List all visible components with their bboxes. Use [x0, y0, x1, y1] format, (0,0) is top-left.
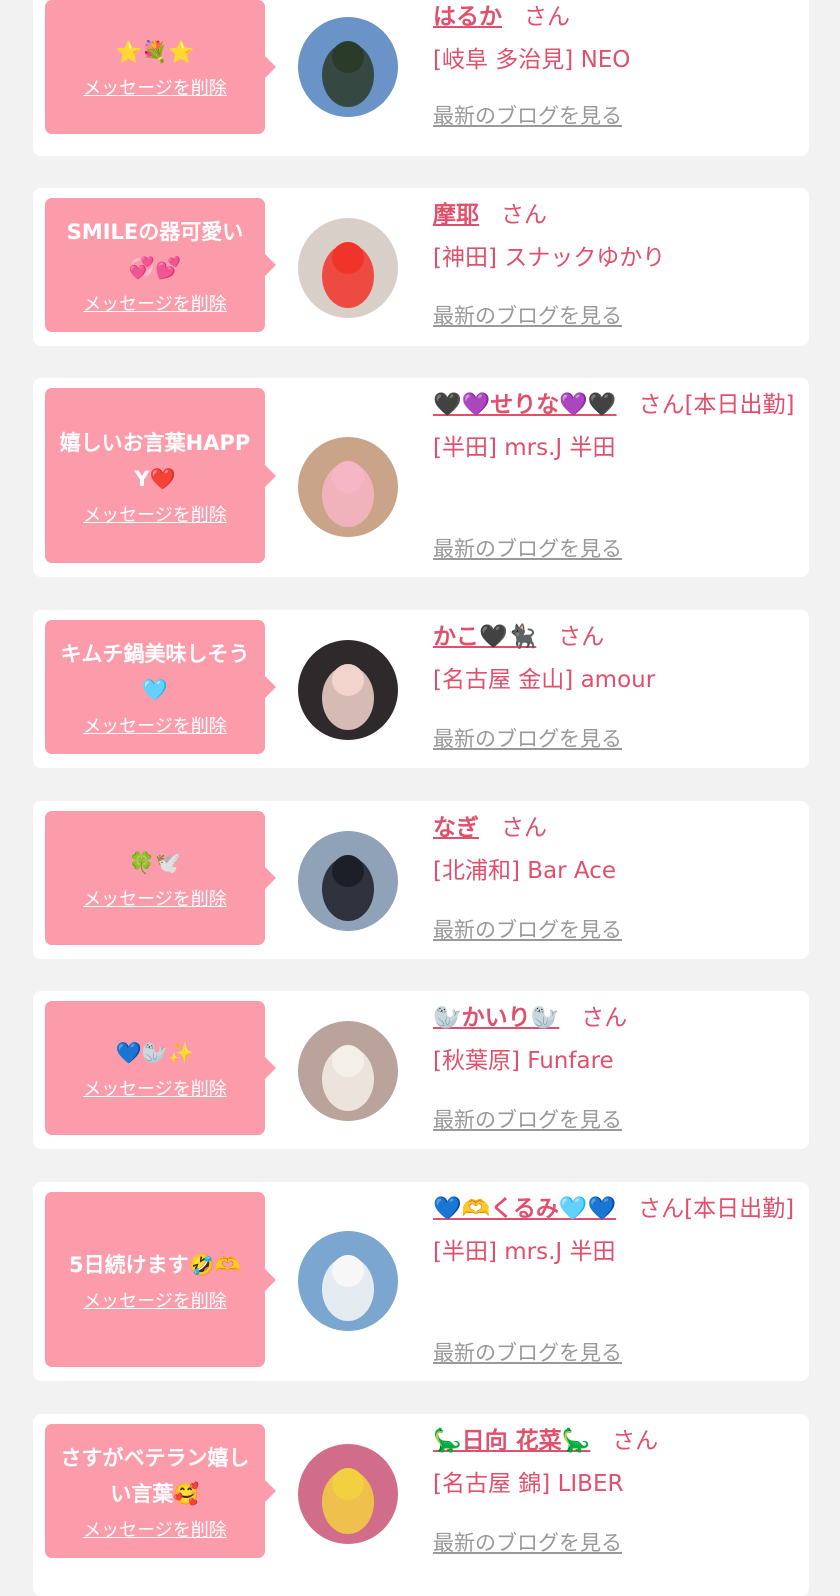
- message-text: 🍀🕊️: [128, 851, 182, 875]
- latest-blog-link[interactable]: 最新のブログを見る: [433, 533, 622, 563]
- message-bubble: 🍀🕊️ メッセージを削除: [45, 811, 276, 945]
- avatar[interactable]: [298, 1444, 398, 1544]
- delete-message-link[interactable]: メッセージを削除: [83, 1075, 227, 1101]
- honorific: さん: [501, 815, 547, 841]
- message-card: ⭐💐⭐ メッセージを削除 はるか さん [岐阜 多治見] NEO 最新のブログを見…: [33, 0, 809, 156]
- shop-label: [半田] mrs.J 半田: [433, 1239, 616, 1265]
- shop-label: [名古屋 錦] LIBER: [433, 1471, 624, 1497]
- honorific: さん[本日出勤]: [638, 1196, 795, 1222]
- delete-message-link[interactable]: メッセージを削除: [83, 74, 227, 100]
- cast-info: 🦭かいり🦭 さん [秋葉原] Funfare: [433, 998, 803, 1082]
- photo-maid-icon: [298, 1021, 398, 1121]
- avatar[interactable]: [298, 17, 398, 117]
- latest-blog-link[interactable]: 最新のブログを見る: [433, 300, 622, 330]
- shop-label: [秋葉原] Funfare: [433, 1048, 614, 1074]
- message-bubble: 嬉しいお言葉HAPPY❤️ メッセージを削除: [45, 388, 276, 563]
- cast-name-line: かこ🖤🐈‍⬛ さん: [433, 617, 803, 658]
- shop-label: [岐阜 多治見] NEO: [433, 47, 631, 73]
- cast-name-link[interactable]: かこ🖤🐈‍⬛: [433, 624, 536, 650]
- cast-name-line: 摩耶 さん: [433, 195, 803, 236]
- message-bubble: 💙🦭✨ メッセージを削除: [45, 1001, 276, 1135]
- delete-message-link[interactable]: メッセージを削除: [83, 1287, 227, 1313]
- delete-message-link[interactable]: メッセージを削除: [83, 1516, 227, 1542]
- honorific: さん: [581, 1005, 628, 1031]
- message-text: 嬉しいお言葉HAPPY❤️: [59, 430, 251, 491]
- message-bubble: キムチ鍋美味しそう🩵 メッセージを削除: [45, 620, 276, 754]
- message-bubble: 5日続けます🤣🫶 メッセージを削除: [45, 1192, 276, 1367]
- photo-ball-pit-icon: [298, 1444, 398, 1544]
- message-card: 嬉しいお言葉HAPPY❤️ メッセージを削除 🖤💜せりな💜🖤 さん[本日出勤] […: [33, 378, 809, 577]
- latest-blog-link[interactable]: 最新のブログを見る: [433, 100, 622, 130]
- cast-info: 💙🫶くるみ🩵💙 さん[本日出勤] [半田] mrs.J 半田: [433, 1189, 803, 1273]
- message-card: さすがベテラン嬉しい言葉🥰 メッセージを削除 🦕日向 花菜🦕 さん [名古屋 錦]…: [33, 1414, 809, 1596]
- photo-heart-face-icon: [298, 437, 398, 537]
- avatar[interactable]: [298, 1021, 398, 1121]
- delete-message-link[interactable]: メッセージを削除: [83, 712, 227, 738]
- cast-name-link[interactable]: 🦭かいり🦭: [433, 1005, 559, 1031]
- delete-message-link[interactable]: メッセージを削除: [83, 501, 227, 527]
- avatar[interactable]: [298, 437, 398, 537]
- latest-blog-link[interactable]: 最新のブログを見る: [433, 1104, 622, 1134]
- shop-label: [神田] スナックゆかり: [433, 245, 666, 271]
- avatar[interactable]: [298, 831, 398, 931]
- shop-label: [名古屋 金山] amour: [433, 667, 656, 693]
- cast-info: はるか さん [岐阜 多治見] NEO: [433, 0, 803, 81]
- latest-blog-link[interactable]: 最新のブログを見る: [433, 914, 622, 944]
- shop-label: [北浦和] Bar Ace: [433, 858, 617, 884]
- cast-info: 摩耶 さん [神田] スナックゆかり: [433, 195, 803, 279]
- cast-name-line: はるか さん: [433, 0, 803, 38]
- photo-portrait-icon: [298, 640, 398, 740]
- message-text: SMILEの器可愛い💞💕: [66, 220, 244, 280]
- message-text: 💙🦭✨: [115, 1041, 195, 1065]
- cast-name-link[interactable]: はるか: [433, 4, 502, 30]
- avatar[interactable]: [298, 218, 398, 318]
- cast-info: 🦕日向 花菜🦕 さん [名古屋 錦] LIBER: [433, 1421, 803, 1505]
- photo-cap-icon: [298, 1231, 398, 1331]
- cast-name-link[interactable]: 🖤💜せりな💜🖤: [433, 392, 617, 418]
- honorific: さん: [524, 4, 570, 30]
- message-bubble: さすがベテラン嬉しい言葉🥰 メッセージを削除: [45, 1424, 276, 1558]
- avatar[interactable]: [298, 1231, 398, 1331]
- cast-name-link[interactable]: 💙🫶くるみ🩵💙: [433, 1196, 616, 1222]
- honorific: さん: [501, 202, 547, 228]
- message-text: キムチ鍋美味しそう🩵: [60, 642, 250, 702]
- cast-name-line: 🦕日向 花菜🦕 さん: [433, 1421, 803, 1462]
- honorific: さん: [558, 624, 605, 650]
- latest-blog-link[interactable]: 最新のブログを見る: [433, 723, 622, 753]
- cast-info: かこ🖤🐈‍⬛ さん [名古屋 金山] amour: [433, 617, 803, 701]
- cast-name-link[interactable]: なぎ: [433, 815, 479, 841]
- message-card: 5日続けます🤣🫶 メッセージを削除 💙🫶くるみ🩵💙 さん[本日出勤] [半田] m…: [33, 1182, 809, 1381]
- photo-sunset-silhouette-icon: [298, 831, 398, 931]
- honorific: さん[本日出勤]: [638, 392, 795, 418]
- message-card: 💙🦭✨ メッセージを削除 🦭かいり🦭 さん [秋葉原] Funfare 最新のブロ…: [33, 991, 809, 1149]
- cast-name-line: なぎ さん: [433, 808, 803, 849]
- cast-info: 🖤💜せりな💜🖤 さん[本日出勤] [半田] mrs.J 半田: [433, 385, 803, 469]
- message-card: SMILEの器可愛い💞💕 メッセージを削除 摩耶 さん [神田] スナックゆかり …: [33, 188, 809, 346]
- message-card: キムチ鍋美味しそう🩵 メッセージを削除 かこ🖤🐈‍⬛ さん [名古屋 金山] am…: [33, 610, 809, 768]
- cast-info: なぎ さん [北浦和] Bar Ace: [433, 808, 803, 892]
- message-bubble: SMILEの器可愛い💞💕 メッセージを削除: [45, 198, 276, 332]
- message-bubble: ⭐💐⭐ メッセージを削除: [45, 0, 276, 134]
- message-text: さすがベテラン嬉しい言葉🥰: [60, 1446, 250, 1506]
- message-text: ⭐💐⭐: [115, 40, 195, 64]
- honorific: さん: [612, 1428, 659, 1454]
- cast-name-link[interactable]: 🦕日向 花菜🦕: [433, 1428, 590, 1454]
- cast-name-link[interactable]: 摩耶: [433, 202, 479, 228]
- message-card: 🍀🕊️ メッセージを削除 なぎ さん [北浦和] Bar Ace 最新のブログを見…: [33, 801, 809, 959]
- message-list: ⭐💐⭐ メッセージを削除 はるか さん [岐阜 多治見] NEO 最新のブログを見…: [0, 0, 840, 1596]
- message-text: 5日続けます🤣🫶: [69, 1252, 241, 1277]
- cast-name-line: 🦭かいり🦭 さん: [433, 998, 803, 1039]
- photo-heart-face-icon: [298, 218, 398, 318]
- delete-message-link[interactable]: メッセージを削除: [83, 885, 227, 911]
- photo-sky-tree-icon: [298, 17, 398, 117]
- latest-blog-link[interactable]: 最新のブログを見る: [433, 1527, 622, 1557]
- latest-blog-link[interactable]: 最新のブログを見る: [433, 1337, 622, 1367]
- avatar[interactable]: [298, 640, 398, 740]
- shop-label: [半田] mrs.J 半田: [433, 435, 616, 461]
- cast-name-line: 💙🫶くるみ🩵💙 さん[本日出勤]: [433, 1189, 803, 1230]
- delete-message-link[interactable]: メッセージを削除: [83, 290, 227, 316]
- cast-name-line: 🖤💜せりな💜🖤 さん[本日出勤]: [433, 385, 803, 426]
